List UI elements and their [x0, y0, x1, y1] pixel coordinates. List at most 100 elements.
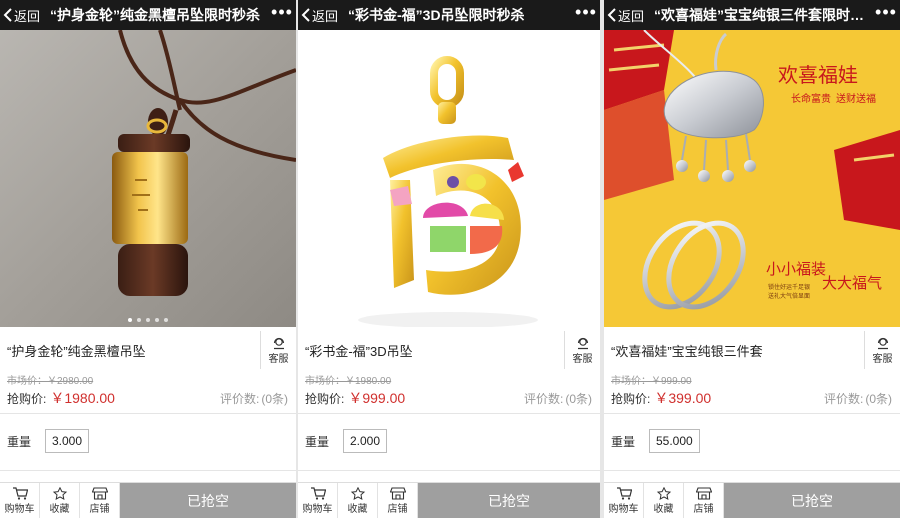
cart-label: 购物车: [4, 503, 35, 515]
weight-row: 重量 55.000: [611, 428, 700, 454]
review-count[interactable]: 评价数: (0条): [524, 390, 592, 407]
carousel-dot[interactable]: [137, 318, 141, 322]
poster-headline: 欢喜福娃: [778, 64, 858, 87]
carousel-dot[interactable]: [146, 318, 150, 322]
chevron-left-icon: [301, 8, 310, 22]
shop-button[interactable]: 店铺: [378, 483, 418, 518]
back-button[interactable]: 返回: [604, 6, 650, 25]
poster-slogan-b: 大大福气: [822, 275, 882, 292]
weight-option[interactable]: 2.000: [343, 429, 388, 453]
top-nav-bar: 返回 “护身金轮”纯金黑檀吊坠限时秒杀 •••: [0, 0, 296, 30]
product-image-carousel[interactable]: [0, 30, 296, 327]
market-price: 市场价：￥2980.00: [7, 376, 94, 387]
divider: [604, 470, 900, 471]
carousel-dot[interactable]: [155, 318, 159, 322]
customer-service-label: 客服: [572, 353, 593, 365]
review-label: 评价数:: [823, 391, 864, 406]
customer-service-button[interactable]: 客服: [864, 331, 900, 369]
favorite-label: 收藏: [653, 503, 674, 515]
shop-label: 店铺: [387, 503, 408, 515]
divider: [0, 470, 296, 471]
cart-button[interactable]: 购物车: [0, 483, 40, 518]
cart-icon: [12, 486, 28, 500]
customer-service-button[interactable]: 客服: [260, 331, 296, 369]
product-name-row: “欢喜福娃”宝宝纯银三件套 客服: [604, 331, 900, 369]
buy-price: ￥399.00: [654, 390, 712, 406]
product-photo: [0, 30, 296, 327]
sold-out-button[interactable]: 已抢空: [724, 483, 900, 518]
product-page-ebony-pendant: 返回 “护身金轮”纯金黑檀吊坠限时秒杀 ••• “护身金轮”纯金黑檀吊坠 客服 …: [0, 0, 296, 518]
review-label: 评价数:: [523, 391, 564, 406]
review-count[interactable]: 评价数: (0条): [824, 390, 892, 407]
product-image[interactable]: [298, 30, 600, 327]
weight-row: 重量 3.000: [7, 428, 90, 454]
top-nav-bar: 返回 “彩书金-福”3D吊坠限时秒杀 •••: [298, 0, 600, 30]
shop-icon: [91, 486, 108, 500]
shop-button[interactable]: 店铺: [684, 483, 724, 518]
divider: [298, 470, 600, 471]
cart-button[interactable]: 购物车: [604, 483, 644, 518]
buy-price: ￥999.00: [348, 390, 406, 406]
page-title: “彩书金-福”3D吊坠限时秒杀: [348, 7, 525, 23]
chevron-left-icon: [607, 8, 616, 22]
back-label: 返回: [312, 8, 339, 24]
page-title: “护身金轮”纯金黑檀吊坠限时秒杀: [50, 7, 260, 23]
bottom-action-bar: 购物车 收藏 店铺 已抢空: [298, 482, 600, 518]
market-price: 市场价：￥1980.00: [305, 376, 392, 387]
price-row: 抢购价: ￥399.00 评价数: (0条): [611, 389, 892, 407]
back-button[interactable]: 返回: [298, 6, 344, 25]
back-button[interactable]: 返回: [0, 6, 46, 25]
cart-label: 购物车: [302, 503, 333, 515]
headset-icon: [877, 337, 888, 349]
customer-service-button[interactable]: 客服: [564, 331, 600, 369]
buy-price-label: 抢购价:: [611, 391, 651, 406]
review-count-value: (0条): [261, 391, 288, 406]
more-options-icon[interactable]: •••: [872, 3, 900, 23]
sold-out-button[interactable]: 已抢空: [120, 483, 296, 518]
top-nav-bar: 返回 “欢喜福娃”宝宝纯银三件套限时秒杀 •••: [604, 0, 900, 30]
market-price: 市场价：￥999.00: [611, 376, 692, 387]
screenshot-collage: 返回 “护身金轮”纯金黑檀吊坠限时秒杀 ••• “护身金轮”纯金黑檀吊坠 客服 …: [0, 0, 900, 518]
more-options-icon[interactable]: •••: [572, 3, 600, 23]
review-count-value: (0条): [865, 391, 892, 406]
cart-label: 购物车: [608, 503, 639, 515]
weight-row: 重量 2.000: [305, 428, 388, 454]
divider: [604, 413, 900, 414]
favorite-button[interactable]: 收藏: [40, 483, 80, 518]
star-icon: [350, 486, 365, 500]
poster-tagline-left: 长命富贵: [791, 92, 831, 105]
product-page-fu-pendant: 返回 “彩书金-福”3D吊坠限时秒杀 ••• “彩书金-福”3D吊坠 客服 市场…: [298, 0, 600, 518]
favorite-label: 收藏: [347, 503, 368, 515]
customer-service-label: 客服: [268, 353, 289, 365]
carousel-dot[interactable]: [164, 318, 168, 322]
price-row: 抢购价: ￥999.00 评价数: (0条): [305, 389, 592, 407]
review-count[interactable]: 评价数: (0条): [220, 390, 288, 407]
more-options-icon[interactable]: •••: [268, 3, 296, 23]
shop-icon: [389, 486, 406, 500]
chevron-left-icon: [3, 8, 12, 22]
shop-button[interactable]: 店铺: [80, 483, 120, 518]
bottom-action-bar: 购物车 收藏 店铺 已抢空: [604, 482, 900, 518]
product-photo: [298, 30, 600, 327]
divider: [298, 413, 600, 414]
weight-label: 重量: [611, 434, 636, 449]
buy-price: ￥1980.00: [50, 390, 115, 406]
review-label: 评价数:: [219, 391, 260, 406]
weight-option[interactable]: 55.000: [649, 429, 700, 453]
product-image[interactable]: 欢喜福娃 长命富贵 送财送福 小小福装 大大福气 锁住好运千足银 送礼大气倍显面: [604, 30, 900, 327]
product-poster: 欢喜福娃 长命富贵 送财送福 小小福装 大大福气 锁住好运千足银 送礼大气倍显面: [604, 30, 900, 327]
product-page-silver-set: 返回 “欢喜福娃”宝宝纯银三件套限时秒杀 ••• 欢喜福娃 长命富贵 送财送福 …: [604, 0, 900, 518]
cart-icon: [616, 486, 632, 500]
product-name-row: “护身金轮”纯金黑檀吊坠 客服: [0, 331, 296, 369]
sold-out-button[interactable]: 已抢空: [418, 483, 600, 518]
price-row: 抢购价: ￥1980.00 评价数: (0条): [7, 389, 288, 407]
carousel-indicator: [0, 318, 296, 322]
favorite-button[interactable]: 收藏: [644, 483, 684, 518]
buy-price-label: 抢购价:: [7, 391, 47, 406]
cart-button[interactable]: 购物车: [298, 483, 338, 518]
weight-option[interactable]: 3.000: [45, 429, 90, 453]
divider: [0, 413, 296, 414]
carousel-dot[interactable]: [128, 318, 132, 322]
back-label: 返回: [618, 8, 645, 24]
favorite-button[interactable]: 收藏: [338, 483, 378, 518]
